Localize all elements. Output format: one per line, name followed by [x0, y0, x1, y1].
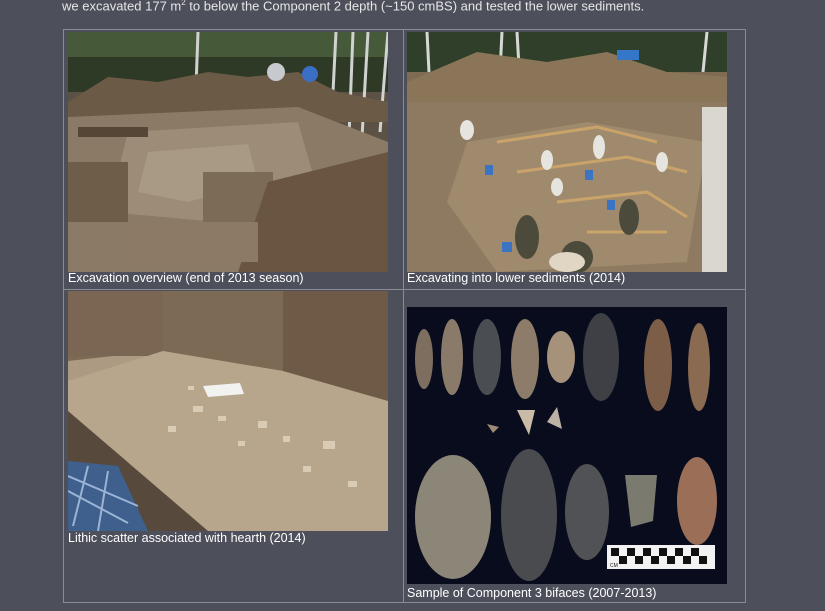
figure-caption-4: Sample of Component 3 bifaces (2007-2013… [407, 586, 657, 600]
scale-bar: CM [607, 545, 715, 569]
figure-cell-1: Excavation overview (end of 2013 season) [64, 30, 403, 289]
figure-table: Excavation overview (end of 2013 season) [63, 29, 746, 603]
intro-paragraph: we excavated 177 m2 to below the Compone… [62, 0, 802, 14]
lower-sediments-photo[interactable] [407, 32, 727, 272]
intro-text-after: to below the Component 2 depth (~150 cmB… [185, 0, 645, 14]
figure-cell-3: Lithic scatter associated with hearth (2… [64, 290, 403, 604]
scale-bar-label: CM [610, 563, 618, 569]
figure-caption-2: Excavating into lower sediments (2014) [407, 271, 626, 285]
figure-cell-2: Excavating into lower sediments (2014) [404, 30, 747, 289]
figure-caption-3: Lithic scatter associated with hearth (2… [68, 531, 306, 545]
intro-text-before: we excavated 177 m [62, 0, 182, 14]
lithic-scatter-photo[interactable] [68, 291, 388, 531]
figure-cell-4: CM Sample of Component 3 bifaces (2007-2… [404, 290, 747, 604]
bifaces-photo[interactable]: CM [407, 307, 727, 584]
excavation-overview-photo[interactable] [68, 32, 388, 272]
figure-caption-1: Excavation overview (end of 2013 season) [68, 271, 304, 285]
